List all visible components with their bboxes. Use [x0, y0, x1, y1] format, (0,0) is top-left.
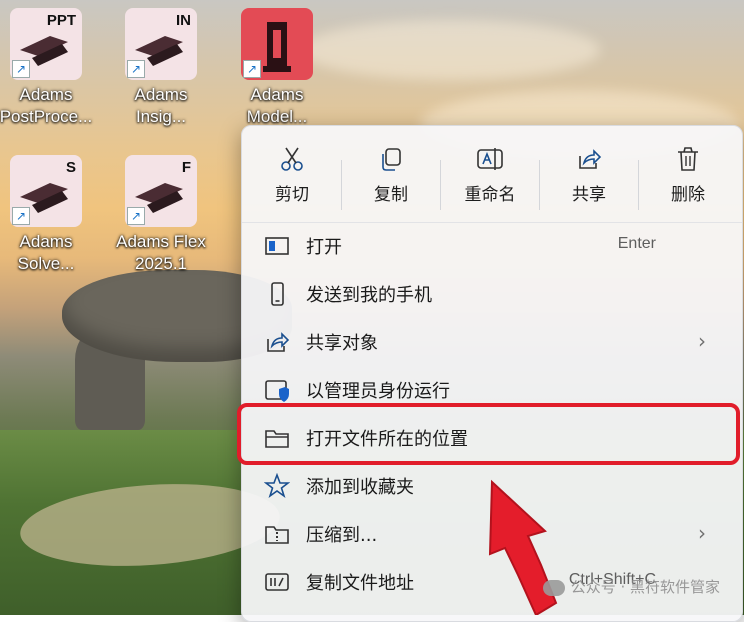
annotation-arrow-icon [488, 479, 558, 615]
watermark-text: 公众号 · 黑符软件管家 [570, 578, 720, 596]
wechat-icon [542, 579, 565, 596]
watermark: 公众号 · 黑符软件管家 [542, 576, 720, 597]
